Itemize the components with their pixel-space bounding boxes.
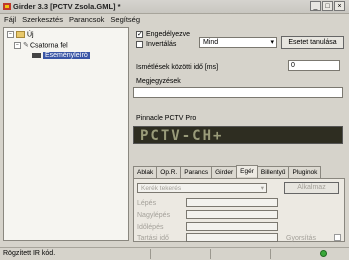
event-icon	[32, 52, 41, 58]
window-title: Girder 3.3 [PCTV Zsola.GML] *	[13, 2, 121, 11]
app-icon	[3, 3, 11, 10]
close-button[interactable]: ×	[334, 1, 345, 11]
menu-help[interactable]: Segítség	[110, 14, 140, 25]
tree-node-root[interactable]: − Új	[7, 31, 34, 39]
invert-checkbox[interactable]	[136, 41, 143, 48]
status-led-icon	[320, 250, 327, 257]
learn-event-button[interactable]: Esetet tanulása	[281, 36, 344, 49]
acceleration-label: Gyorsítás	[286, 235, 316, 242]
maximize-button[interactable]: □	[322, 1, 333, 11]
mode-select-value: Mind	[203, 39, 219, 46]
menu-bar: Fájl Szerkesztés Parancsok Segítség	[0, 14, 349, 25]
invert-label: Invertálás	[146, 41, 177, 48]
status-divider	[150, 249, 151, 259]
tab-parancs[interactable]: Parancs	[180, 166, 213, 178]
big-step-label: Nagylépés	[137, 212, 171, 219]
hold-time-input[interactable]	[186, 233, 278, 242]
step-label: Lépés	[137, 200, 157, 207]
tab-pluginok[interactable]: Pluginok	[288, 166, 322, 178]
chevron-down-icon: ▾	[260, 185, 264, 192]
tree-node-root-label: Új	[27, 31, 34, 39]
mouse-tab-page: Kerék tekerés ▾ Alkalmaz Lépés Nagylépés…	[133, 178, 345, 242]
time-step-label: Időlépés	[137, 224, 164, 231]
menu-commands[interactable]: Parancsok	[69, 14, 104, 25]
acceleration-checkbox[interactable]	[334, 234, 341, 241]
tree-node-group-label: Csatorna fel	[30, 42, 68, 50]
app-window: Girder 3.3 [PCTV Zsola.GML] * _ □ × Fájl…	[0, 0, 349, 260]
folder-icon	[16, 31, 25, 38]
tab-op-r[interactable]: Op.R.	[156, 166, 182, 178]
collapse-icon[interactable]: −	[7, 31, 14, 38]
mode-select[interactable]: Mind ▾	[199, 37, 277, 48]
menu-edit[interactable]: Szerkesztés	[22, 14, 63, 25]
big-step-input[interactable]	[186, 210, 278, 219]
hold-time-label: Tartási idő	[137, 235, 169, 242]
tree-node-group[interactable]: − ✎Csatorna fel	[14, 42, 68, 50]
enable-checkbox[interactable]: ✓	[136, 31, 143, 38]
repeat-delay-value: 0	[291, 62, 295, 69]
step-input[interactable]	[186, 198, 278, 207]
collapse-icon[interactable]: −	[14, 42, 21, 49]
status-divider	[270, 249, 271, 259]
time-step-input[interactable]	[186, 222, 278, 231]
tab-ablak[interactable]: Ablak	[133, 166, 158, 178]
device-label: Pinnacle PCTV Pro	[136, 115, 197, 122]
apply-button[interactable]: Alkalmaz	[284, 182, 339, 194]
command-tree[interactable]: − Új − ✎Csatorna fel Eseményleíró	[3, 27, 129, 241]
tree-node-event[interactable]: Eseményleíró	[32, 52, 90, 60]
minimize-button[interactable]: _	[310, 1, 321, 11]
mouse-action-value: Kerék tekerés	[141, 185, 182, 192]
menu-file[interactable]: Fájl	[4, 14, 16, 25]
title-bar: Girder 3.3 [PCTV Zsola.GML] * _ □ ×	[0, 0, 349, 14]
tab-girder[interactable]: Girder	[211, 166, 238, 178]
status-divider	[210, 249, 211, 259]
enable-label: Engedélyezve	[146, 31, 190, 38]
pencil-icon: ✎	[23, 42, 29, 50]
status-text: Rögzített IR kód.	[3, 250, 56, 257]
tab-billentyu[interactable]: Billentyű	[256, 166, 290, 178]
mouse-action-select[interactable]: Kerék tekerés ▾	[137, 183, 267, 193]
tab-strip: Ablak Op.R. Parancs Girder Egér Billenty…	[133, 165, 322, 178]
repeat-delay-input[interactable]: 0	[288, 60, 340, 71]
status-bar: Rögzített IR kód.	[0, 247, 349, 260]
chevron-down-icon: ▾	[270, 39, 274, 46]
ir-code-display: PCTV-CH+	[133, 126, 343, 144]
tab-eger[interactable]: Egér	[236, 165, 258, 177]
comments-input[interactable]	[133, 87, 343, 98]
comments-label: Megjegyzések	[136, 78, 181, 85]
repeat-label: Ismétlések közötti idő [ms]	[136, 64, 219, 71]
tree-node-event-label: Eseményleíró	[43, 52, 90, 59]
